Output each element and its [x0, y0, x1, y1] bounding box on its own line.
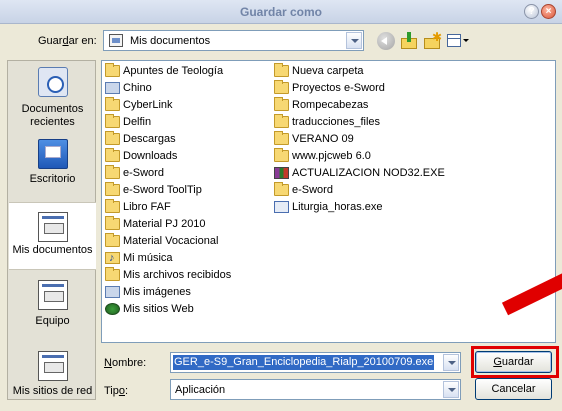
- folder-icon: [274, 80, 289, 94]
- desktop-icon: [38, 139, 68, 169]
- computer-icon: [38, 280, 68, 310]
- shortcut-icon: [274, 182, 289, 196]
- filename-label: Nombre:: [104, 357, 147, 369]
- folder-icon: [274, 114, 289, 128]
- views-icon: [447, 34, 461, 47]
- place-desktop[interactable]: Escritorio: [9, 137, 96, 191]
- folder-icon: [105, 165, 120, 179]
- winrar-archive-icon: [274, 167, 289, 179]
- close-button[interactable]: ×: [541, 4, 556, 19]
- network-places-icon: [38, 351, 68, 381]
- save-in-value: Mis documentos: [130, 35, 211, 47]
- back-button[interactable]: [377, 32, 395, 50]
- new-folder-button[interactable]: ✱: [423, 30, 442, 50]
- folder-icon: [274, 131, 289, 145]
- folder-icon: [105, 216, 120, 230]
- window-title: Guardar como: [239, 5, 323, 19]
- file-type-dropdown[interactable]: Aplicación: [170, 379, 461, 400]
- my-documents-icon: [109, 34, 123, 47]
- place-recent[interactable]: Documentos recientes: [9, 65, 96, 133]
- highlight-box: [471, 346, 559, 378]
- folder-icon: [105, 97, 120, 111]
- folder-icon: [105, 182, 120, 196]
- web-folder-icon: [105, 303, 120, 315]
- folder-icon: [105, 199, 120, 213]
- folder-icon: [105, 233, 120, 247]
- music-folder-icon: [105, 250, 120, 266]
- pictures-folder-icon: [105, 286, 120, 298]
- folder-icon: [105, 82, 120, 94]
- help-button[interactable]: ?: [524, 4, 539, 19]
- folder-icon: [274, 148, 289, 162]
- up-folder-button[interactable]: [400, 32, 418, 50]
- chevron-down-icon[interactable]: [346, 32, 362, 49]
- places-bar: Documentos recientes Escritorio Mis docu…: [7, 60, 96, 400]
- chevron-down-icon[interactable]: [443, 354, 459, 371]
- save-in-dropdown[interactable]: Mis documentos: [103, 30, 364, 51]
- file-type-value: Aplicación: [175, 384, 226, 396]
- save-in-label: Guardar en:: [38, 35, 97, 47]
- folder-icon: [105, 267, 120, 281]
- folder-icon: [105, 131, 120, 145]
- file-list[interactable]: Apuntes de Teología Chino CyberLink Delf…: [101, 60, 556, 343]
- my-documents-icon: [38, 212, 68, 242]
- folder-icon: [274, 97, 289, 111]
- title-bar: Guardar como ? ×: [0, 0, 562, 24]
- place-my-documents[interactable]: Mis documentos: [9, 202, 96, 270]
- filename-input[interactable]: GER_e-S9_Gran_Enciclopedia_Rialp_2010070…: [170, 352, 461, 373]
- folder-icon: [105, 63, 120, 77]
- filename-value: GER_e-S9_Gran_Enciclopedia_Rialp_2010070…: [173, 355, 435, 370]
- folder-icon: [274, 63, 289, 77]
- chevron-down-icon[interactable]: [443, 381, 459, 398]
- folder-icon: [105, 148, 120, 162]
- views-menu-button[interactable]: [447, 32, 469, 50]
- place-computer[interactable]: Equipo: [9, 278, 96, 332]
- file-type-label: Tipo:: [104, 385, 129, 397]
- cancel-button[interactable]: Cancelar: [475, 378, 552, 400]
- recent-documents-icon: [38, 67, 68, 97]
- folder-icon: [105, 114, 120, 128]
- place-network[interactable]: Mis sitios de red: [9, 349, 96, 401]
- application-icon: [274, 201, 289, 213]
